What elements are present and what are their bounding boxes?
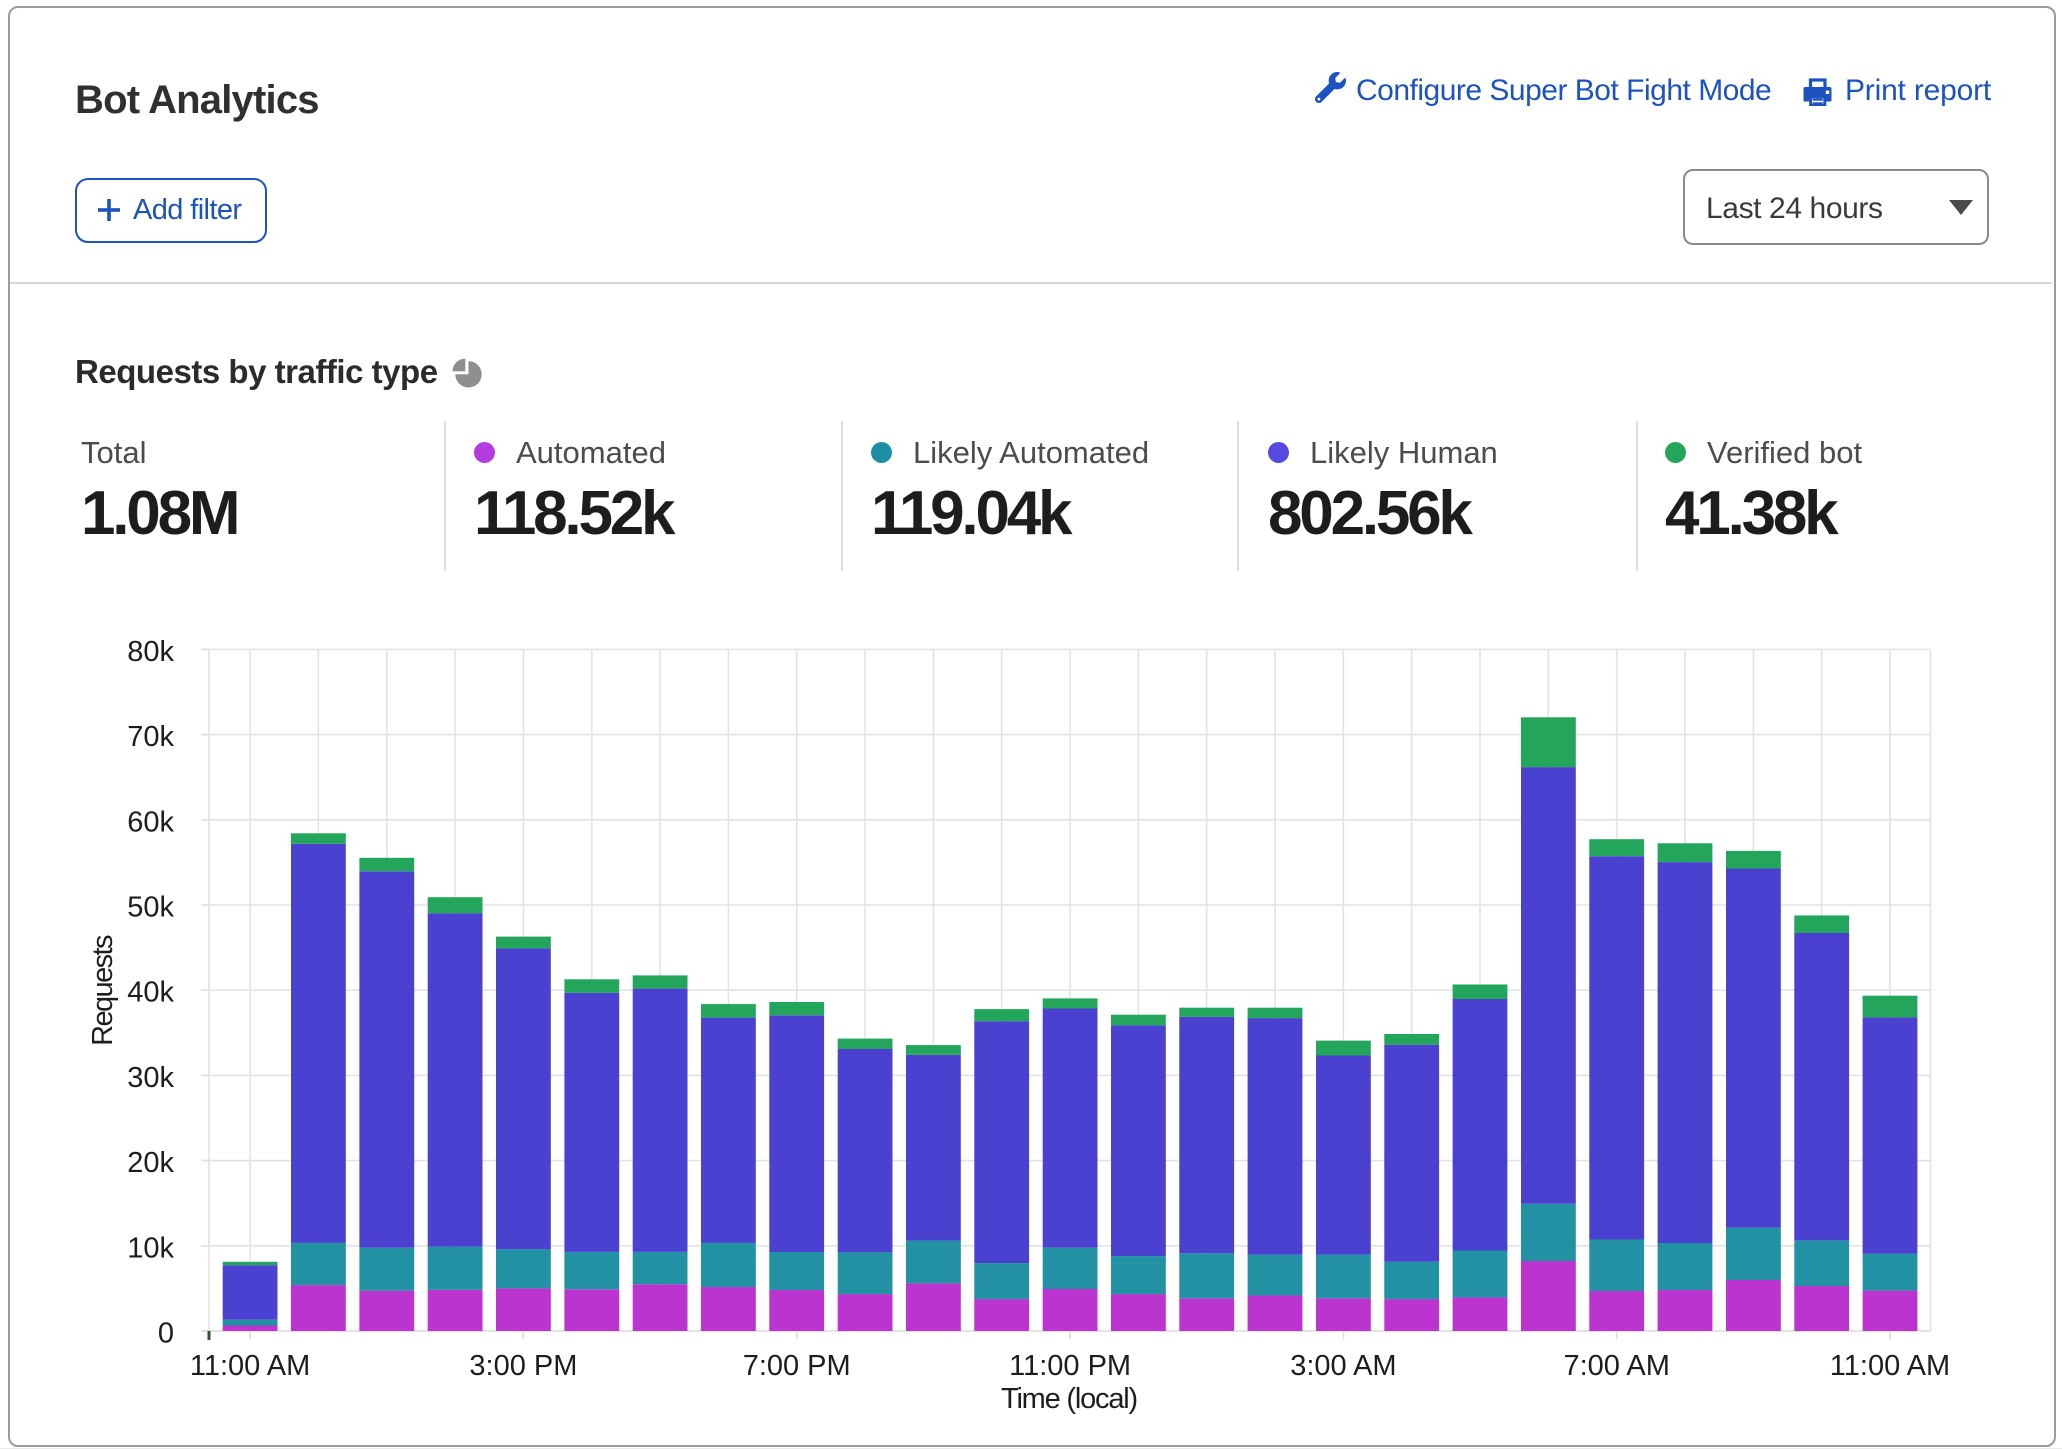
svg-text:Time (local): Time (local) <box>1001 1383 1137 1415</box>
svg-text:50k: 50k <box>127 892 174 924</box>
svg-text:7:00 PM: 7:00 PM <box>743 1350 851 1382</box>
svg-text:80k: 80k <box>127 636 174 668</box>
svg-text:10k: 10k <box>127 1232 174 1264</box>
svg-text:20k: 20k <box>127 1147 174 1179</box>
svg-text:7:00 AM: 7:00 AM <box>1563 1350 1669 1382</box>
svg-text:11:00 PM: 11:00 PM <box>1009 1350 1131 1382</box>
svg-text:70k: 70k <box>127 721 174 753</box>
svg-text:Requests: Requests <box>87 935 119 1046</box>
svg-text:40k: 40k <box>127 977 174 1009</box>
svg-text:0: 0 <box>158 1318 174 1350</box>
svg-text:60k: 60k <box>127 806 174 838</box>
svg-text:30k: 30k <box>127 1062 174 1094</box>
svg-text:11:00 AM: 11:00 AM <box>1830 1350 1950 1382</box>
svg-text:11:00 AM: 11:00 AM <box>190 1350 310 1382</box>
svg-text:3:00 PM: 3:00 PM <box>469 1350 577 1382</box>
svg-text:3:00 AM: 3:00 AM <box>1290 1350 1396 1382</box>
